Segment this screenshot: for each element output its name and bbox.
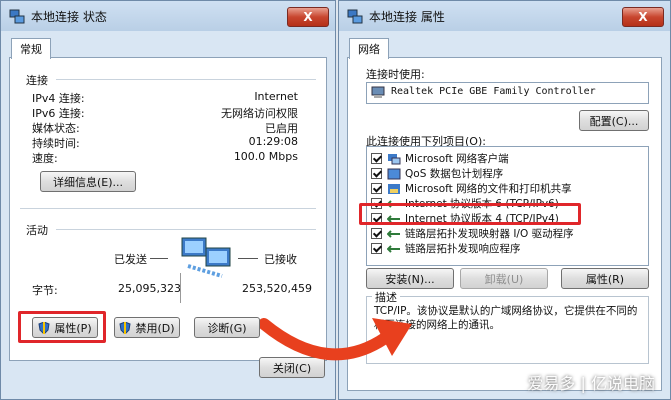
media-state-value: 已启用 — [265, 122, 298, 135]
configure-button[interactable]: 配置(C)... — [579, 110, 649, 131]
details-button[interactable]: 详细信息(E)... — [40, 171, 136, 192]
network-adapter-icon — [371, 86, 385, 98]
connection-section-title: 连接 — [26, 74, 48, 87]
connect-using-label: 连接时使用: — [366, 68, 425, 81]
network-client-icon — [388, 153, 401, 164]
properties-window-title: 本地连接 属性 — [369, 9, 445, 24]
protocol-icon — [387, 229, 400, 238]
ipv4-label: IPv4 连接: — [32, 92, 85, 105]
status-close-icon[interactable]: X — [287, 7, 329, 27]
activity-section-title: 活动 — [26, 224, 48, 237]
list-item[interactable]: QoS 数据包计划程序 — [371, 166, 503, 181]
install-button[interactable]: 安装(N)... — [366, 268, 454, 289]
tab-network[interactable]: 网络 — [349, 38, 389, 59]
speed-value: 100.0 Mbps — [233, 150, 298, 163]
list-item[interactable]: 链路层拓扑发现映射器 I/O 驱动程序 — [371, 226, 574, 241]
qos-icon — [387, 168, 401, 179]
list-item[interactable]: Microsoft 网络客户端 — [371, 151, 509, 166]
arrow-icon — [260, 318, 412, 361]
diagnose-button[interactable]: 诊断(G) — [194, 317, 260, 338]
duration-label: 持续时间: — [32, 137, 80, 150]
disable-button-label: 禁用(D) — [135, 321, 175, 335]
checkbox[interactable] — [371, 153, 382, 164]
bytes-divider — [180, 273, 181, 303]
properties-titlebar[interactable]: 本地连接 属性 — [339, 1, 670, 31]
sent-label: 已发送 — [114, 253, 147, 266]
ipv6-label: IPv6 连接: — [32, 107, 85, 120]
received-label: 已接收 — [264, 253, 297, 266]
uninstall-button[interactable]: 卸载(U) — [460, 268, 548, 289]
received-line — [238, 258, 258, 259]
sent-line — [150, 258, 168, 259]
status-window-title: 本地连接 状态 — [31, 9, 107, 24]
section-divider — [56, 229, 316, 230]
bytes-label: 字节: — [32, 284, 58, 297]
properties-close-icon[interactable]: X — [622, 7, 664, 27]
ipv4-highlight-box — [359, 203, 581, 225]
file-share-icon — [388, 183, 400, 194]
checkbox[interactable] — [371, 228, 382, 239]
ipv6-value: 无网络访问权限 — [221, 107, 298, 120]
bytes-sent-value: 25,095,323 — [118, 282, 181, 295]
media-state-label: 媒体状态: — [32, 122, 80, 135]
disable-button[interactable]: 禁用(D) — [114, 317, 180, 338]
status-titlebar[interactable]: 本地连接 状态 — [1, 1, 335, 31]
checkbox[interactable] — [371, 243, 382, 254]
tab-general[interactable]: 常规 — [11, 38, 51, 59]
duration-value: 01:29:08 — [248, 135, 298, 148]
list-item[interactable]: Microsoft 网络的文件和打印机共享 — [371, 181, 572, 196]
checkbox[interactable] — [371, 168, 382, 179]
network-connection-icon — [9, 9, 25, 24]
item-properties-button[interactable]: 属性(R) — [561, 268, 649, 289]
protocol-icon — [387, 244, 400, 253]
watermark: 爱易多 | 亿说电脑 — [527, 374, 655, 393]
shield-icon — [119, 321, 132, 334]
properties-highlight-box — [18, 311, 106, 343]
network-activity-icon — [181, 237, 231, 278]
network-connection-icon — [347, 9, 363, 24]
section-divider — [20, 208, 316, 209]
list-item[interactable]: 链路层拓扑发现响应程序 — [371, 241, 521, 256]
checkbox[interactable] — [371, 183, 382, 194]
adapter-field: Realtek PCIe GBE Family Controller — [366, 82, 649, 104]
speed-label: 速度: — [32, 152, 58, 165]
section-divider — [56, 79, 316, 80]
adapter-name: Realtek PCIe GBE Family Controller — [391, 86, 596, 97]
ipv4-value: Internet — [254, 90, 298, 103]
